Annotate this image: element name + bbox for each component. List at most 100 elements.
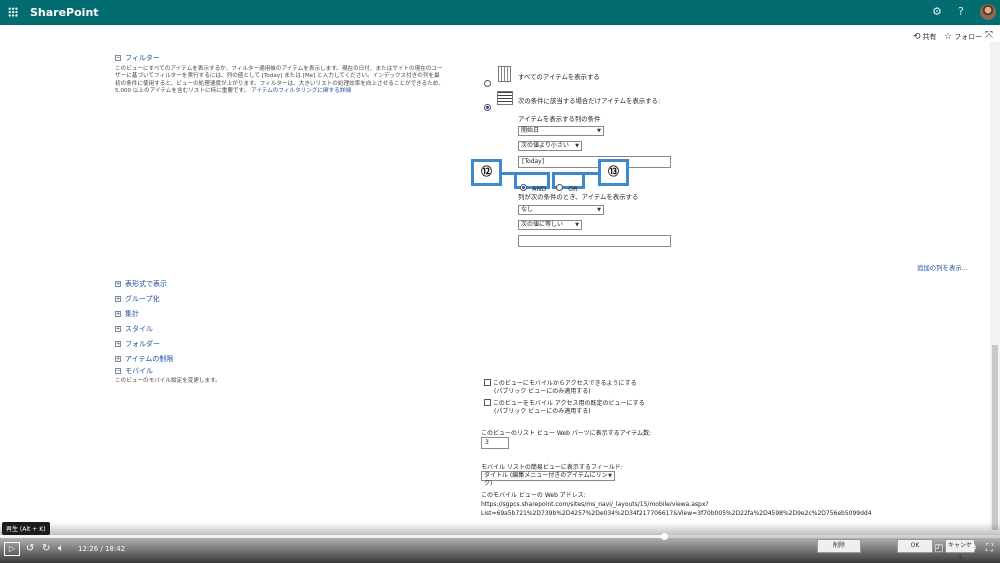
operator2-select[interactable]: 次の値に等しい ▼ [518,220,582,230]
item-count-input[interactable]: 3 [481,437,509,449]
follow-button[interactable]: ☆ フォロー [944,32,982,42]
expand-icon: + [115,280,121,287]
fullscreen-icon[interactable]: ⤧ [985,30,993,41]
expand-icon: + [115,325,121,332]
section-totals[interactable]: + 集計 [115,306,221,321]
filter-section-header[interactable]: − フィルター [115,53,445,63]
show-matching-label: 次の条件に該当する場合だけアイテムを表示する: [518,97,661,105]
collapsed-sections: + 表形式で表示 + グループ化 + 集計 + スタイル + フォルダー + アイテムの制限… [115,276,221,384]
ok-button[interactable]: OK [897,539,933,553]
field-value: タイトル (編集メニュー付きのアイテムにリンク) [484,472,608,487]
avatar[interactable] [980,4,996,20]
then-label: 列が次の条件のとき、アイテムを表示する [518,193,639,201]
mobile-address-line1: https://sgpcs.sharepoint.com/sites/ms_na… [481,501,709,508]
column2-select[interactable]: なし ▼ [518,205,604,215]
chevron-down-icon: ▼ [597,128,601,134]
callout-12-connector [501,172,515,175]
field-select[interactable]: タイトル (編集メニュー付きのアイテムにリンク) ▼ [481,471,615,487]
and-radio[interactable] [520,184,527,191]
delete-button[interactable]: 削除 [817,539,861,553]
operator2-value: 次の値に等しい [521,221,564,228]
play-button[interactable]: ▷ [4,542,20,556]
section-group-by[interactable]: + グループ化 [115,291,221,306]
section-label: モバイル [125,367,153,375]
share-button[interactable]: ⟲ 共有 [913,32,937,42]
chevron-down-icon: ▼ [597,207,601,213]
section-item-limit[interactable]: + アイテムの制限 [115,351,221,366]
app-launcher-icon[interactable] [8,7,18,17]
callout-13-number: ⑬ [608,165,619,178]
mobile-default-label: このビューをモバイル アクセス用の既定のビューにする [492,400,645,407]
mobile-access-label: このビューにモバイルからアクセスできるようにする [492,380,637,387]
show-matching-radio[interactable] [484,104,491,111]
section-folders[interactable]: + フォルダー [115,336,221,351]
mobile-default-note: (パブリック ビューにのみ適用する) [494,408,591,415]
play-tooltip: 再生 (Alt + K) [2,522,50,535]
section-label: 集計 [125,309,139,318]
fullscreen-player-icon[interactable]: ⛶ [986,543,993,554]
gear-icon[interactable]: ⚙ [932,5,942,18]
section-style[interactable]: + スタイル [115,321,221,336]
show-all-label: すべてのアイテムを表示する [518,73,600,81]
pip-icon[interactable]: ◰ [934,543,943,554]
chevron-down-icon: ▼ [575,143,579,149]
operator1-select[interactable]: 次の値より小さい ▼ [518,141,582,151]
brand-name[interactable]: SharePoint [30,6,99,19]
seek-handle[interactable] [661,533,668,540]
mobile-access-option[interactable]: このビューにモバイルからアクセスできるようにする (パブリック ビューにのみ適用… [484,379,637,396]
show-all-radio[interactable] [484,80,491,87]
help-icon[interactable]: ? [958,5,964,18]
mobile-access-checkbox[interactable] [484,379,491,386]
rewind-icon[interactable]: ↺ [26,543,34,554]
column1-select[interactable]: 開始日 ▼ [518,126,604,136]
timecode: 12:26 / 18:42 [78,545,126,553]
filter-items-icon [497,90,513,109]
show-matching-option[interactable] [484,96,491,115]
filter-help-link[interactable]: アイテムのフィルタリングに関する詳細 [251,88,351,94]
suite-bar: SharePoint ⚙ ? [0,0,1000,25]
filter-description: このビューにすべてのアイテムを表示するか、フィルター適用後のアイテムを表示します… [115,66,445,96]
chevron-down-icon: ▼ [608,473,612,479]
value2-input[interactable] [518,235,671,247]
column1-value: 開始日 [521,127,540,134]
or-radio[interactable] [556,184,563,191]
mobile-default-checkbox[interactable] [484,399,491,406]
column2-value: なし [521,206,534,213]
chevron-down-icon: ▼ [575,222,579,228]
field-label: モバイル リストの簡易ビューに表示するフィールド: [481,464,623,471]
share-label: 共有 [922,33,937,41]
section-tabular[interactable]: + 表形式で表示 [115,276,221,291]
show-all-option[interactable] [484,72,491,91]
item-count-label: このビューのリスト ビュー Web パーツに表示するアイテム数: [481,430,652,437]
mobile-access-note: (パブリック ビューにのみ適用する) [494,388,591,395]
settings-icon[interactable]: ⚙ [968,543,977,554]
forward-icon[interactable]: ↻ [42,543,50,554]
share-icon: ⟲ [913,32,921,42]
more-columns-link[interactable]: 追加の列を表示... [917,263,968,272]
collapse-icon: − [115,55,121,61]
section-mobile[interactable]: − モバイル [115,366,221,376]
operator1-value: 次の値より小さい [521,142,569,149]
seek-bar[interactable] [0,533,1000,540]
mobile-description: このビューのモバイル設定を変更します。 [115,378,221,384]
collapse-icon: − [115,368,121,374]
expand-icon: + [115,295,121,302]
mobile-address-line2: List=69a5b721%2D739b%2D4257%2De034%2D34f… [481,510,872,517]
section-label: フォルダー [125,339,160,348]
follow-label: フォロー [954,33,983,41]
callout-12-number: ⑫ [481,165,492,178]
value1-input[interactable]: [Today] [518,156,671,168]
play-icon: ▷ [8,544,16,553]
section-label: 表形式で表示 [125,279,167,288]
expand-icon: + [115,310,121,317]
section-label: アイテムの制限 [125,354,174,363]
filter-section-title: フィルター [125,54,160,62]
section-label: スタイル [125,324,153,333]
scrollbar-thumb[interactable] [992,345,998,530]
mobile-default-option[interactable]: このビューをモバイル アクセス用の既定のビューにする (パブリック ビューにのみ… [484,399,645,416]
star-icon: ☆ [944,32,953,42]
section-label: グループ化 [125,294,160,303]
all-items-icon [498,66,511,86]
condition-label: アイテムを表示する列の条件 [518,115,601,123]
volume-icon[interactable]: 🔈︎ [58,543,64,554]
